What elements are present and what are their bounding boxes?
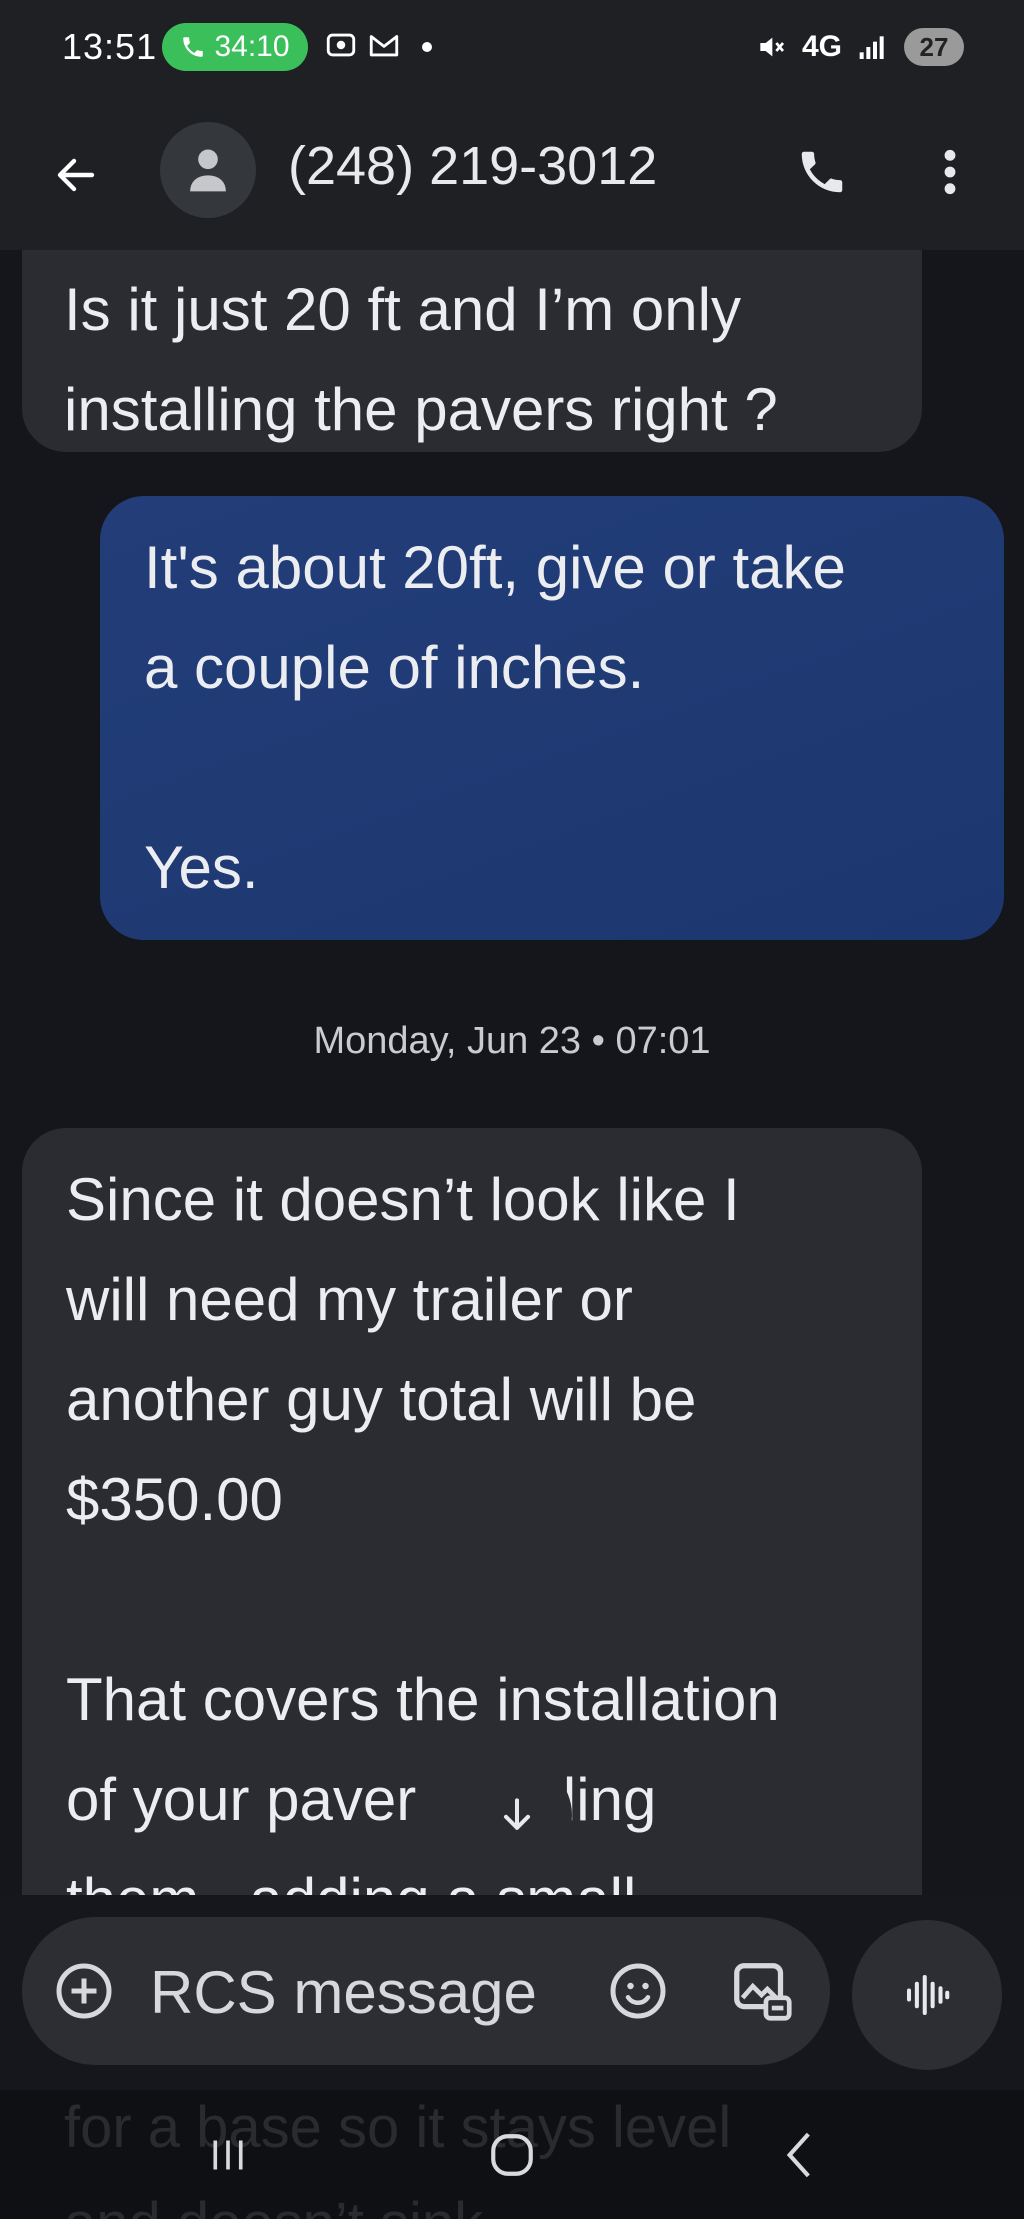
back-button[interactable] [44,143,108,207]
scroll-to-bottom-button[interactable] [462,1760,572,1870]
status-right: 4G 27 [754,28,964,66]
home-icon [491,2134,533,2176]
status-bar: 13:51 34:10 4G 27 [0,0,1024,100]
call-button[interactable] [790,140,854,204]
message-composer[interactable] [22,1917,830,2065]
phone-icon [183,37,204,57]
person-icon [190,149,226,192]
more-options-button[interactable] [920,140,980,204]
avatar[interactable] [160,122,256,218]
home-button[interactable] [472,2120,552,2190]
notification-dot-icon [422,42,432,52]
voice-message-button[interactable] [852,1920,1002,2070]
emoji-icon[interactable] [608,1961,668,2021]
message-text: Is it just 20 ft and I’m only installing… [64,276,778,443]
message-text: It's about 20ft, give or take a couple o… [144,534,846,901]
incoming-message-bubble[interactable]: Since it doesn’t look like I will need m… [22,1128,922,1895]
battery-icon: 27 [904,28,964,66]
incoming-message-bubble[interactable]: Is it just 20 ft and I’m only installing… [22,250,922,452]
message-thread[interactable]: Is it just 20 ft and I’m only installing… [0,250,1024,1895]
mute-icon [760,37,784,57]
recents-button[interactable] [188,2120,268,2190]
messages-screen: 13:51 34:10 4G 27 (248) 219-3012 Is it j… [0,0,1024,2219]
network-type: 4G [801,30,842,63]
status-time: 13:51 [62,26,158,67]
more-vert-icon [944,149,956,195]
call-timer: 34:10 [214,30,290,63]
nav-back-icon [786,2132,810,2178]
gmail-icon [369,35,399,57]
screen-record-icon [326,33,356,57]
contact-title[interactable]: (248) 219-3012 [288,135,657,197]
voice-waveform-icon [906,1974,950,2016]
recents-icon [213,2140,243,2170]
phone-icon [801,151,843,193]
signal-icon [859,36,884,59]
system-navigation-bar: for a base so it stays level and doesn’t… [0,2090,1024,2219]
message-input[interactable] [150,1957,610,2027]
gallery-icon[interactable] [728,1957,798,2027]
arrow-down-icon [503,1798,531,1830]
date-separator: Monday, Jun 23 • 07:01 [313,1020,711,1062]
plus-circle-icon[interactable] [54,1961,114,2021]
overflow-message-text: for a base so it stays level and doesn’t… [64,2095,732,2219]
arrow-back-icon [57,158,95,192]
nav-back-button[interactable] [760,2120,840,2190]
conversation-header: (248) 219-3012 [0,100,1024,250]
composer-area [0,1895,1024,2090]
outgoing-message-bubble[interactable]: It's about 20ft, give or take a couple o… [100,496,1004,940]
active-call-pill[interactable]: 34:10 [162,23,308,71]
